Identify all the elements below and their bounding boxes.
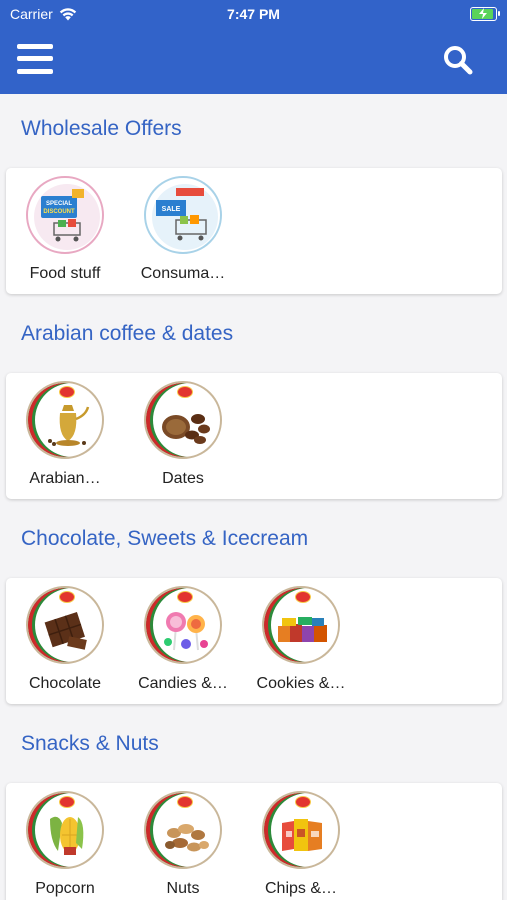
category-label: Food stuff bbox=[29, 265, 101, 282]
svg-text:DISCOUNT: DISCOUNT bbox=[43, 209, 75, 215]
category-card-arabian-coffee-dates: Arabian… Dates bbox=[6, 373, 502, 499]
status-bar: Carrier 7:47 PM bbox=[0, 0, 507, 28]
category-popcorn[interactable]: Popcorn bbox=[6, 783, 124, 898]
food-stuff-discount-icon: SPECIAL DISCOUNT bbox=[26, 176, 104, 254]
section-title-snacks-nuts: Snacks & Nuts bbox=[21, 732, 159, 755]
battery-icon bbox=[470, 7, 500, 21]
category-chips[interactable]: Chips &… bbox=[242, 783, 360, 898]
category-consumables[interactable]: SALE Consuma… bbox=[124, 168, 242, 283]
hamburger-menu-icon[interactable] bbox=[17, 43, 53, 75]
category-food-stuff[interactable]: SPECIAL DISCOUNT Food stuff bbox=[6, 168, 124, 283]
category-arabian-coffee[interactable]: Arabian… bbox=[6, 373, 124, 488]
section-title-arabian-coffee-dates: Arabian coffee & dates bbox=[21, 322, 234, 345]
category-label: Cookies &… bbox=[256, 675, 346, 692]
chips-icon bbox=[262, 791, 340, 869]
category-nuts[interactable]: Nuts bbox=[124, 783, 242, 898]
category-card-chocolate-sweets: Chocolate Candies &… Cookies &… bbox=[6, 578, 502, 704]
popcorn-icon bbox=[26, 791, 104, 869]
category-dates[interactable]: Dates bbox=[124, 373, 242, 488]
category-label: Chocolate bbox=[28, 675, 102, 692]
section-title-chocolate-sweets: Chocolate, Sweets & Icecream bbox=[21, 527, 309, 550]
arabian-coffee-pot-icon bbox=[26, 381, 104, 459]
category-card-snacks-nuts: Popcorn Nuts Chips &… bbox=[6, 783, 502, 900]
nuts-icon bbox=[144, 791, 222, 869]
category-chocolate[interactable]: Chocolate bbox=[6, 578, 124, 693]
app-header: Carrier 7:47 PM bbox=[0, 0, 507, 94]
dates-icon bbox=[144, 381, 222, 459]
category-label: Popcorn bbox=[35, 880, 95, 897]
svg-text:SALE: SALE bbox=[162, 206, 181, 213]
cookies-icon bbox=[262, 586, 340, 664]
category-label: Nuts bbox=[166, 880, 200, 897]
consumables-sale-icon: SALE bbox=[144, 176, 222, 254]
category-label: Arabian… bbox=[29, 470, 101, 487]
category-card-wholesale-offers: SPECIAL DISCOUNT Food stuff SALE Consuma… bbox=[6, 168, 502, 294]
chocolate-icon bbox=[26, 586, 104, 664]
category-label: Consuma… bbox=[140, 265, 226, 282]
search-icon[interactable] bbox=[442, 44, 474, 76]
svg-text:SPECIAL: SPECIAL bbox=[46, 201, 72, 207]
category-cookies[interactable]: Cookies &… bbox=[242, 578, 360, 693]
category-label: Dates bbox=[162, 470, 204, 487]
category-label: Chips &… bbox=[264, 880, 338, 897]
section-title-wholesale-offers: Wholesale Offers bbox=[21, 117, 182, 140]
category-label: Candies &… bbox=[138, 675, 228, 692]
candies-icon bbox=[144, 586, 222, 664]
status-time: 7:47 PM bbox=[227, 6, 280, 22]
category-candies[interactable]: Candies &… bbox=[124, 578, 242, 693]
